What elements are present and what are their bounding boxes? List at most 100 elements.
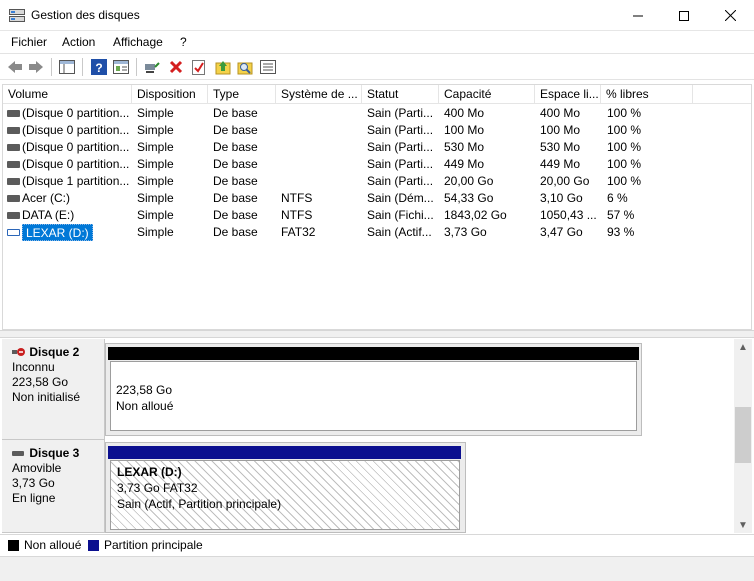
minimize-icon [633,15,643,16]
cell-disposition: Simple [137,225,174,239]
cell-disposition: Simple [137,106,174,120]
volume-icon [7,212,20,219]
cell-statut: Sain (Actif... [367,225,432,239]
disk-management-app-icon [9,9,25,22]
disk-3-name: Disque 3 [29,446,80,460]
partition-status: Non alloué [116,399,174,413]
cell-capacite: 530 Mo [444,140,485,154]
cell-disposition: Simple [137,191,174,205]
list-view-button[interactable] [259,58,277,76]
search-button[interactable] [236,58,254,76]
cell-filesystem: NTFS [281,191,313,205]
checklist-icon [192,60,205,75]
table-row-selected[interactable]: LEXAR (D:) Simple De base FAT32 Sain (Ac… [3,224,751,241]
cell-capacite: 3,73 Go [444,225,487,239]
console-tree-icon [59,60,75,74]
table-row[interactable]: (Disque 0 partition... Simple De base Sa… [3,122,751,139]
unallocated-partition[interactable]: 223,58 Go Non alloué [110,361,637,431]
volume-list[interactable]: Volume Disposition Type Système de ... S… [2,84,752,330]
cell-volume: (Disque 0 partition... [22,123,130,137]
svg-text:?: ? [95,61,102,75]
cell-capacite: 20,00 Go [444,174,494,188]
back-button[interactable] [6,58,24,76]
table-row[interactable]: (Disque 0 partition... Simple De base Sa… [3,139,751,156]
scrollbar-thumb[interactable] [735,407,751,463]
table-row[interactable]: (Disque 0 partition... Simple De base Sa… [3,105,751,122]
volume-icon [7,178,20,185]
partition-name: LEXAR (D:) [117,465,182,479]
forward-icon [29,61,43,73]
cell-type: De base [213,174,258,188]
close-button[interactable] [707,0,753,31]
column-header-pct-libres[interactable]: % libres [601,85,693,104]
cell-espace-libre: 530 Mo [540,140,581,154]
volume-icon [7,127,20,134]
cell-type: De base [213,140,258,154]
cell-espace-libre: 400 Mo [540,106,581,120]
table-row[interactable]: (Disque 0 partition... Simple De base Sa… [3,156,751,173]
menu-fichier[interactable]: Fichier [11,35,47,49]
checklist-button[interactable] [190,58,208,76]
column-header-espace-libre[interactable]: Espace li... [535,85,601,104]
column-header-disposition[interactable]: Disposition [132,85,208,104]
disk-3-state: En ligne [12,491,56,505]
upload-button[interactable] [214,58,232,76]
help-button[interactable]: ? [90,58,108,76]
cell-volume: DATA (E:) [22,208,75,222]
table-row[interactable]: (Disque 1 partition... Simple De base Sa… [3,173,751,190]
disk-2-label[interactable]: Disque 2 Inconnu 223,58 Go Non initialis… [2,339,105,440]
maximize-button[interactable] [661,0,707,31]
column-header-volume[interactable]: Volume [3,85,132,104]
cell-statut: Sain (Parti... [367,174,434,188]
cell-statut: Sain (Parti... [367,106,434,120]
volume-icon [7,229,20,236]
cell-type: De base [213,208,258,222]
disk-map-scrollbar[interactable]: ▲ ▼ [734,339,752,533]
minimize-button[interactable] [615,0,661,31]
disk-3-label[interactable]: Disque 3 Amovible 3,73 Go En ligne [2,440,105,533]
cell-filesystem: FAT32 [281,225,316,239]
cell-pct-libres: 100 % [607,123,642,137]
table-row[interactable]: DATA (E:) Simple De base NTFS Sain (Fich… [3,207,751,224]
console-tree-button[interactable] [58,58,76,76]
menu-bar: Fichier Action Affichage ? [0,31,754,53]
cell-espace-libre: 3,47 Go [540,225,583,239]
forward-button[interactable] [27,58,45,76]
column-header-filesystem[interactable]: Système de ... [276,85,362,104]
scroll-down-button[interactable]: ▼ [734,517,752,533]
connect-icon [145,62,160,73]
menu-affichage[interactable]: Affichage [113,35,163,49]
cell-disposition: Simple [137,140,174,154]
menu-action[interactable]: Action [62,35,95,49]
connect-button[interactable] [143,58,161,76]
cell-filesystem: NTFS [281,208,313,222]
removable-disk-icon [12,451,24,456]
cell-capacite: 54,33 Go [444,191,494,205]
delete-icon [169,60,183,74]
lexar-partition[interactable]: LEXAR (D:) 3,73 Go FAT32 Sain (Actif, Pa… [110,460,460,530]
menu-help[interactable]: ? [180,35,187,49]
legend-unallocated-label: Non alloué [24,538,82,552]
cell-statut: Sain (Parti... [367,140,434,154]
cell-volume: (Disque 1 partition... [22,174,130,188]
delete-button[interactable] [167,58,185,76]
pane-splitter[interactable] [0,330,754,338]
table-row[interactable]: Acer (C:) Simple De base NTFS Sain (Dém.… [3,190,751,207]
toolbar-separator [82,58,83,76]
cell-volume-selected: LEXAR (D:) [22,224,93,241]
cell-espace-libre: 100 Mo [540,123,581,137]
list-view-icon [260,60,276,74]
cell-capacite: 100 Mo [444,123,485,137]
properties-button[interactable] [112,58,130,76]
column-header-capacite[interactable]: Capacité [439,85,535,104]
column-header-statut[interactable]: Statut [362,85,439,104]
primary-partition-bar [108,446,461,459]
column-header-type[interactable]: Type [208,85,276,104]
unallocated-bar [108,347,639,360]
cell-espace-libre: 3,10 Go [540,191,583,205]
disk-2-name: Disque 2 [29,345,80,359]
toolbar-separator [136,58,137,76]
scroll-up-button[interactable]: ▲ [734,339,752,355]
cell-volume: (Disque 0 partition... [22,106,130,120]
cell-pct-libres: 100 % [607,106,642,120]
